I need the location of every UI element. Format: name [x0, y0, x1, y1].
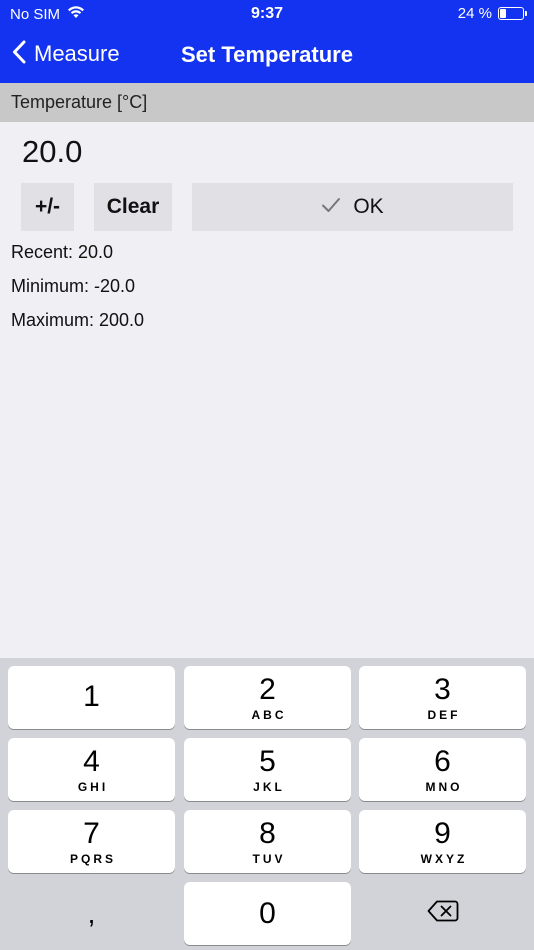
key-letters: TUV: [252, 851, 286, 866]
key-7[interactable]: 7 PQRS: [8, 810, 175, 873]
key-digit: 0: [259, 896, 276, 930]
key-3[interactable]: 3 DEF: [359, 666, 526, 729]
key-digit: 2: [259, 672, 276, 706]
checkmark-icon: [321, 195, 341, 219]
minimum-value: Minimum: -20.0: [11, 276, 136, 296]
maximum-value: Maximum: 200.0: [11, 310, 145, 330]
temperature-value: 20.0: [22, 134, 83, 169]
ok-button-label: OK: [353, 195, 384, 218]
battery-indicator: 24 %: [457, 5, 527, 22]
numeric-keypad: 1 2 ABC 3 DEF 4 GHI 5 JKL 6 MNO 7 PQRS 8…: [0, 658, 534, 950]
page-title: Set Temperature: [181, 42, 353, 67]
key-digit: 1: [83, 679, 100, 713]
key-2[interactable]: 2 ABC: [184, 666, 351, 729]
key-8[interactable]: 8 TUV: [184, 810, 351, 873]
key-letters: ABC: [251, 707, 287, 722]
navigation-bar: Measure Set Temperature: [0, 28, 534, 83]
key-digit: ,: [87, 897, 96, 929]
key-letters: DEF: [427, 707, 461, 722]
delete-key[interactable]: [359, 882, 526, 945]
key-letters: GHI: [77, 779, 109, 794]
backspace-icon: [427, 900, 459, 927]
key-digit: 6: [434, 744, 451, 778]
key-letters: JKL: [253, 779, 285, 794]
key-9[interactable]: 9 WXYZ: [359, 810, 526, 873]
key-comma[interactable]: ,: [8, 882, 175, 945]
status-bar: No SIM 9:37 24 %: [0, 0, 534, 28]
key-1[interactable]: 1: [8, 666, 175, 729]
top-bar: No SIM 9:37 24 % Measure Set Temperature: [0, 0, 534, 83]
section-header: Temperature [°C]: [0, 83, 534, 122]
key-letters: PQRS: [69, 851, 116, 866]
battery-icon: [498, 7, 527, 20]
clear-button[interactable]: Clear: [94, 183, 172, 231]
key-digit: 5: [259, 744, 276, 778]
battery-level: [500, 9, 506, 18]
key-letters: WXYZ: [420, 851, 468, 866]
key-digit: 8: [259, 816, 276, 850]
sign-toggle-button[interactable]: +/-: [21, 183, 74, 231]
key-digit: 9: [434, 816, 451, 850]
key-digit: 4: [83, 744, 100, 778]
key-6[interactable]: 6 MNO: [359, 738, 526, 801]
recent-value: Recent: 20.0: [11, 242, 114, 262]
key-letters: MNO: [425, 779, 463, 794]
ok-button[interactable]: OK: [192, 183, 513, 231]
key-4[interactable]: 4 GHI: [8, 738, 175, 801]
key-5[interactable]: 5 JKL: [184, 738, 351, 801]
battery-percent: 24 %: [457, 5, 492, 22]
key-0[interactable]: 0: [184, 882, 351, 945]
key-digit: 3: [434, 672, 451, 706]
key-digit: 7: [83, 816, 100, 850]
clock: 9:37: [250, 5, 284, 22]
